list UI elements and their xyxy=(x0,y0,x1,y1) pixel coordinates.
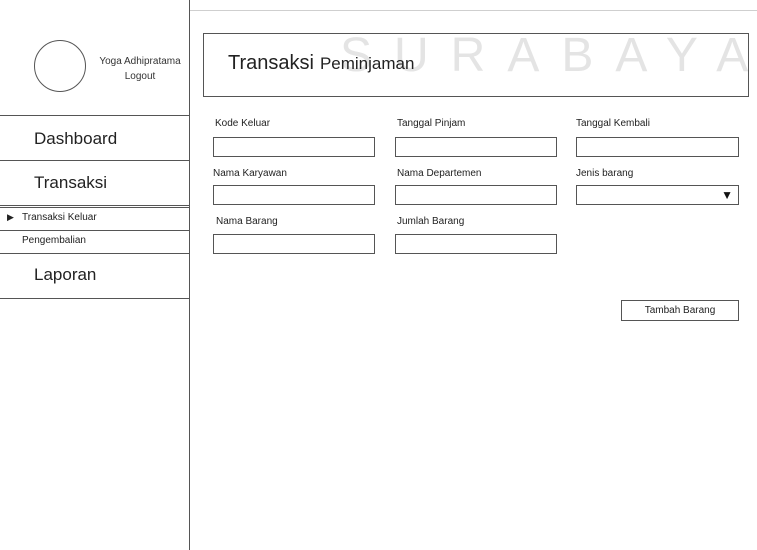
nama-karyawan-label: Nama Karyawan xyxy=(213,168,287,179)
nama-barang-input[interactable] xyxy=(213,234,375,254)
page-header: Transaksi Peminjaman xyxy=(203,33,749,97)
kode-keluar-label: Kode Keluar xyxy=(215,118,271,129)
user-name: Yoga Adhipratama xyxy=(99,56,181,67)
tanggal-pinjam-label: Tanggal Pinjam xyxy=(397,118,466,129)
sidebar-item-laporan[interactable]: Laporan xyxy=(0,253,189,299)
top-divider xyxy=(190,10,757,11)
nama-barang-label: Nama Barang xyxy=(216,216,278,227)
jenis-barang-label: Jenis barang xyxy=(576,168,634,179)
tanggal-pinjam-input[interactable] xyxy=(395,137,557,157)
page-title: Transaksi Peminjaman xyxy=(228,52,414,75)
logout-link[interactable]: Logout xyxy=(94,71,186,82)
triangle-right-icon: ▶ xyxy=(7,212,14,222)
sidebar-item-dashboard[interactable]: Dashboard xyxy=(0,115,189,160)
nama-karyawan-input[interactable] xyxy=(213,185,375,205)
jumlah-barang-input[interactable] xyxy=(395,234,557,254)
sidebar-subitem-label: Transaksi Keluar xyxy=(22,212,97,223)
page-title-sub: Peminjaman xyxy=(319,54,415,73)
sidebar-subitem-pengembalian[interactable]: Pengembalian xyxy=(0,230,189,253)
tanggal-kembali-label: Tanggal Kembali xyxy=(576,118,650,129)
jumlah-barang-label: Jumlah Barang xyxy=(397,216,465,227)
sidebar-subitem-transaksi-keluar[interactable]: ▶ Transaksi Keluar xyxy=(0,207,189,230)
tanggal-kembali-input[interactable] xyxy=(576,137,739,157)
kode-keluar-input[interactable] xyxy=(213,137,375,157)
tambah-barang-button[interactable]: Tambah Barang xyxy=(621,300,739,321)
sidebar-divider xyxy=(0,205,189,206)
triangle-down-icon: ▼ xyxy=(721,188,733,202)
nama-departemen-label: Nama Departemen xyxy=(397,168,482,179)
nama-departemen-input[interactable] xyxy=(395,185,557,205)
sidebar: Yoga Adhipratama Logout Dashboard Transa… xyxy=(0,0,190,550)
jenis-barang-select[interactable]: ▼ xyxy=(576,185,739,205)
avatar xyxy=(34,40,86,92)
user-panel: Yoga Adhipratama Logout xyxy=(0,0,189,115)
sidebar-item-transaksi[interactable]: Transaksi xyxy=(0,160,189,205)
page-title-main: Transaksi xyxy=(228,52,314,74)
